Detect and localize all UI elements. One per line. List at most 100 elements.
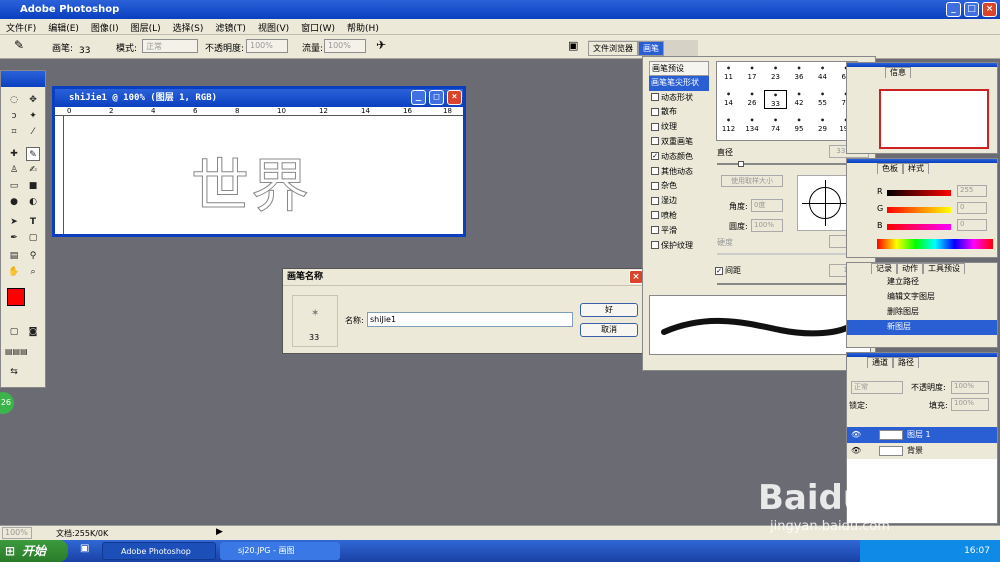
stamp-tool-icon[interactable]: ♙ — [7, 163, 21, 177]
protect-texture-item[interactable]: 保护纹理 — [649, 239, 709, 254]
minimize-button[interactable]: _ — [946, 2, 961, 17]
history-item-active[interactable]: 新图层 — [847, 320, 997, 335]
checkbox[interactable] — [651, 122, 659, 131]
tab-styles[interactable]: 样式 — [903, 163, 929, 174]
maximize-button[interactable]: □ — [964, 2, 979, 17]
history-brush-icon[interactable]: ✍ — [26, 163, 40, 177]
brush-preset[interactable]: • 29 — [811, 116, 834, 135]
brush-tool-icon-active[interactable]: ✎ — [26, 147, 40, 161]
hand-tool-icon[interactable]: ✋ — [7, 265, 21, 279]
history-item[interactable]: 编辑文字图层 — [847, 290, 997, 305]
dodge-tool-icon[interactable]: ◐ — [26, 195, 40, 209]
shape-dynamics-item[interactable]: 动态形状 — [649, 91, 709, 106]
scattering-item[interactable]: 散布 — [649, 105, 709, 120]
task-paint[interactable]: sj20.JPG - 画图 — [220, 542, 340, 560]
zoom-field[interactable]: 100% — [2, 527, 32, 539]
menu-layer[interactable]: 图层(L) — [125, 19, 167, 36]
noise-item[interactable]: 杂色 — [649, 179, 709, 194]
marquee-tool-icon[interactable]: ◌ — [7, 93, 21, 107]
healing-brush-icon[interactable]: ✚ — [7, 147, 21, 161]
brush-name-input[interactable] — [367, 312, 573, 327]
checkbox[interactable] — [651, 107, 659, 116]
blue-slider[interactable] — [887, 224, 951, 230]
type-tool-icon[interactable]: T — [26, 215, 40, 229]
opacity-input[interactable]: 100% — [246, 39, 288, 53]
airbrush-icon[interactable]: ✈ — [376, 38, 386, 52]
brush-preset[interactable]: • 17 — [741, 64, 764, 83]
green-slider[interactable] — [887, 207, 951, 213]
doc-close-button[interactable]: × — [447, 90, 462, 105]
path-select-icon[interactable]: ➤ — [7, 215, 21, 229]
brush-preset[interactable]: • 26 — [741, 90, 764, 109]
tab-history[interactable]: 记录 — [871, 263, 897, 274]
angle-input[interactable]: 0度 — [751, 199, 783, 212]
history-item[interactable]: 删除图层 — [847, 305, 997, 320]
brush-size[interactable]: 33 — [79, 46, 90, 56]
spacing-checkbox[interactable]: ✓ 间距 — [715, 265, 741, 276]
blue-value[interactable]: 0 — [957, 219, 987, 231]
close-button[interactable]: × — [982, 2, 997, 17]
layer-row-selected[interactable]: 👁 图层 1 — [847, 427, 997, 443]
brush-tool-icon[interactable]: ✎ — [14, 38, 24, 52]
texture-item[interactable]: 纹理 — [649, 120, 709, 135]
blur-tool-icon[interactable]: ● — [7, 195, 21, 209]
menu-window[interactable]: 窗口(W) — [295, 19, 341, 36]
mode-select[interactable]: 正常 — [142, 39, 198, 53]
brush-preset[interactable]: • 74 — [764, 116, 787, 135]
zoom-tool-icon[interactable]: ⌕ — [26, 265, 40, 279]
checkbox[interactable] — [651, 93, 659, 102]
checkbox[interactable] — [651, 226, 659, 235]
palette-well-icon[interactable]: ▣ — [568, 39, 578, 52]
brush-tip-shape-item[interactable]: 画笔笔尖形状 — [649, 75, 709, 91]
color-dynamics-item[interactable]: ✓ 动态颜色 — [649, 150, 709, 165]
shape-tool-icon[interactable]: ▢ — [26, 231, 40, 245]
brush-preset[interactable]: • 36 — [788, 64, 811, 83]
lasso-tool-icon[interactable]: ↄ — [7, 109, 21, 123]
checkbox[interactable] — [651, 241, 659, 250]
tab-actions[interactable]: 动作 — [897, 263, 923, 274]
pen-tool-icon[interactable]: ✒ — [7, 231, 21, 245]
doc-minimize-button[interactable]: _ — [411, 90, 426, 105]
brush-presets-item[interactable]: 画笔预设 — [649, 61, 709, 76]
quicklaunch-icon[interactable]: ▣ — [80, 543, 89, 554]
gradient-tool-icon[interactable]: ■ — [26, 179, 40, 193]
brush-preset[interactable]: • 112 — [717, 116, 740, 135]
brush-preset[interactable]: • 44 — [811, 64, 834, 83]
brush-preset[interactable]: • 14 — [717, 90, 740, 109]
crop-tool-icon[interactable]: ⌗ — [7, 125, 21, 139]
checkbox-checked[interactable]: ✓ — [715, 266, 723, 275]
navigator-thumbnail[interactable] — [879, 89, 989, 149]
brush-preset[interactable]: • 23 — [764, 64, 787, 83]
fill-input[interactable]: 100% — [951, 398, 989, 411]
brush-preset[interactable]: • 33 — [764, 90, 787, 109]
eyedropper-icon[interactable]: ⚲ — [26, 249, 40, 263]
eye-icon[interactable]: 👁 — [851, 427, 861, 443]
checkbox[interactable] — [651, 167, 659, 176]
cancel-button[interactable]: 取消 — [580, 323, 638, 337]
blend-mode-select[interactable]: 正常 — [851, 381, 903, 394]
dialog-close-button[interactable]: × — [629, 270, 643, 284]
tab-tool-presets[interactable]: 工具预设 — [923, 263, 965, 274]
menu-filter[interactable]: 滤镜(T) — [209, 19, 252, 36]
checkbox-checked[interactable]: ✓ — [651, 152, 659, 161]
dual-brush-item[interactable]: 双重画笔 — [649, 135, 709, 150]
ok-button[interactable]: 好 — [580, 303, 638, 317]
eraser-tool-icon[interactable]: ▭ — [7, 179, 21, 193]
smoothing-item[interactable]: 平滑 — [649, 224, 709, 239]
green-value[interactable]: 0 — [957, 202, 987, 214]
tab-info[interactable]: 信息 — [885, 67, 911, 78]
checkbox[interactable] — [651, 137, 659, 146]
menu-view[interactable]: 视图(V) — [252, 19, 295, 36]
tab-file-browser[interactable]: 文件浏览器 — [588, 41, 638, 56]
diameter-slider-thumb[interactable] — [738, 161, 744, 167]
roundness-input[interactable]: 100% — [751, 219, 783, 232]
start-button[interactable]: ⊞ 开始 — [0, 540, 68, 562]
menu-image[interactable]: 图像(I) — [85, 19, 125, 36]
brush-preset[interactable]: • 134 — [741, 116, 764, 135]
tab-paths[interactable]: 路径 — [893, 357, 919, 368]
airbrush-item[interactable]: 喷枪 — [649, 209, 709, 224]
brush-preset[interactable]: • 95 — [788, 116, 811, 135]
tab-swatches[interactable]: 色板 — [877, 163, 903, 174]
brush-preset[interactable]: • 42 — [788, 90, 811, 109]
doc-maximize-button[interactable]: □ — [429, 90, 444, 105]
